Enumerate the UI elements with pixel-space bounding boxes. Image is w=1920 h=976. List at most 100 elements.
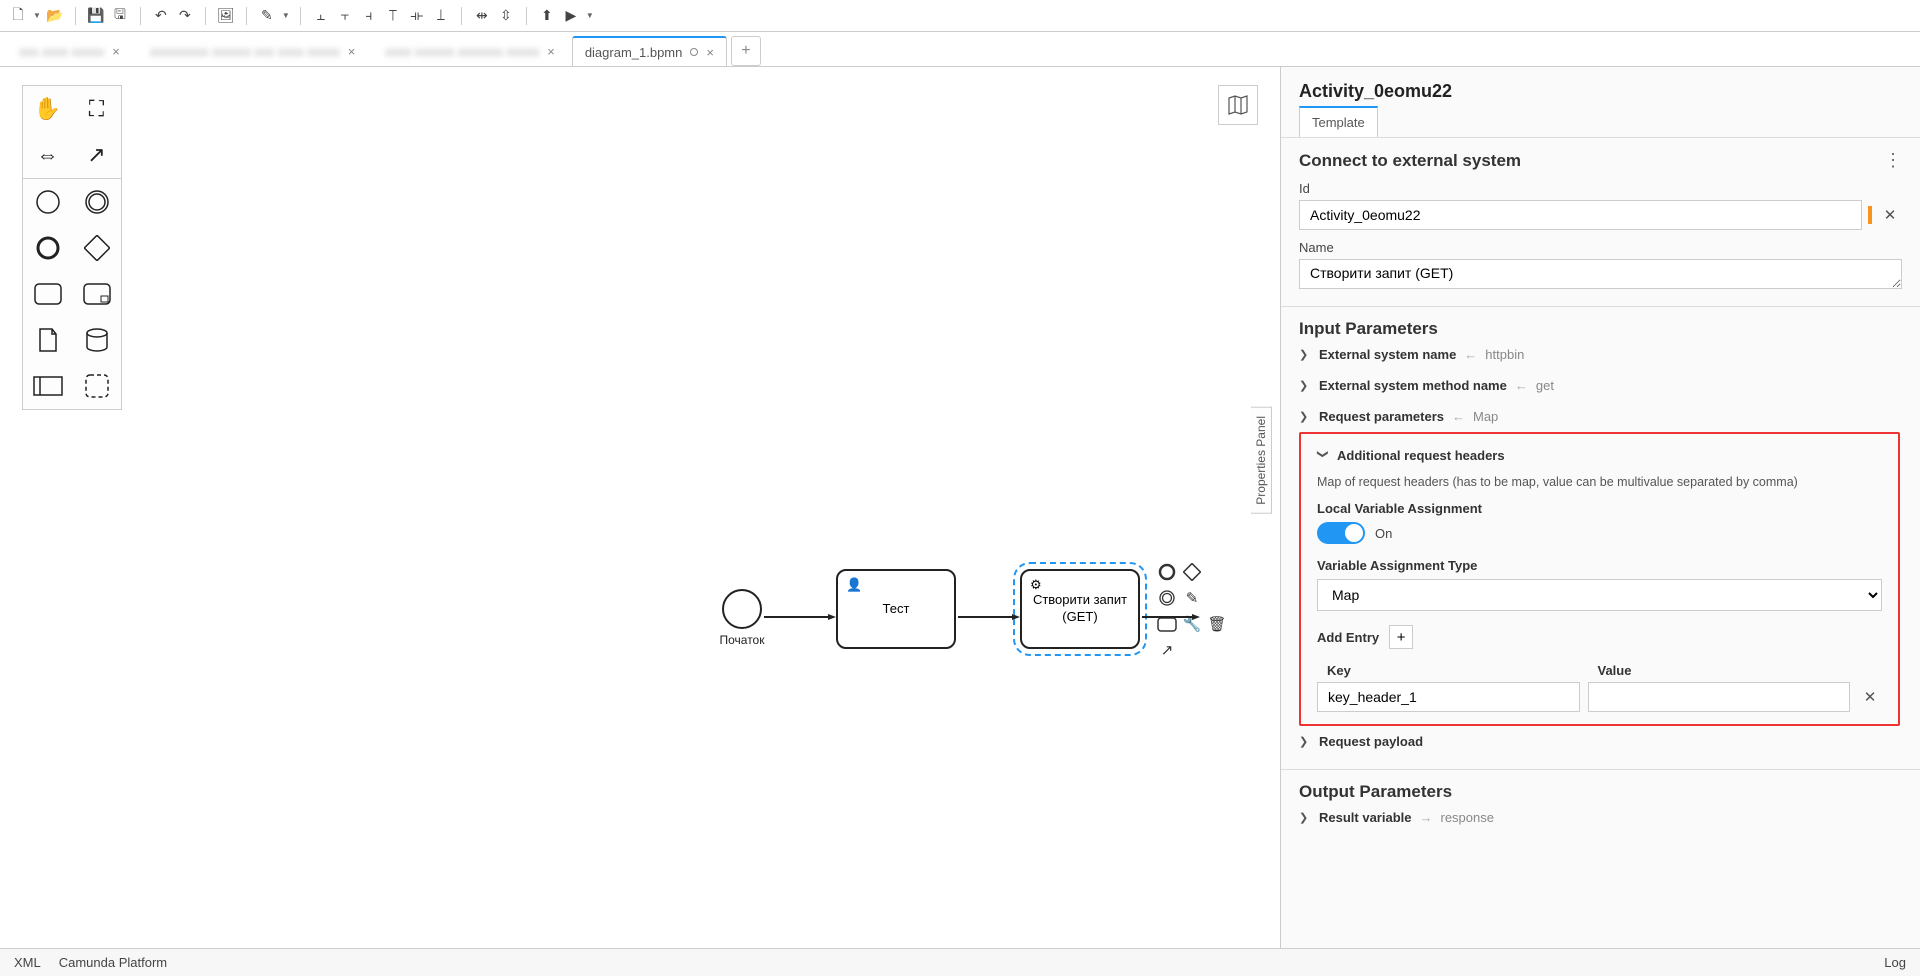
participant-icon[interactable]: [23, 363, 72, 409]
annotation-icon[interactable]: ✎: [1181, 587, 1203, 609]
param-additional-headers[interactable]: ❯ Additional request headers: [1317, 440, 1882, 471]
close-icon[interactable]: ×: [547, 44, 555, 59]
sequence-flow-2[interactable]: [958, 607, 1020, 625]
minimap-toggle[interactable]: [1218, 85, 1258, 125]
properties-panel-toggle[interactable]: Properties Panel: [1251, 407, 1272, 514]
name-input[interactable]: Створити запит (GET): [1299, 259, 1902, 289]
add-entry-button[interactable]: +: [1389, 625, 1413, 649]
start-event-icon[interactable]: [23, 179, 72, 225]
section-connect: Connect to external system ⋮ Id ✕ Name С…: [1281, 137, 1920, 306]
param-external-system-name[interactable]: ❯ External system name ← httpbin: [1299, 339, 1902, 370]
subprocess-icon[interactable]: [72, 271, 121, 317]
param-request-parameters[interactable]: ❯ Request parameters ← Map: [1299, 401, 1902, 432]
append-end-event-icon[interactable]: [1156, 561, 1178, 583]
redo-icon[interactable]: ↷: [175, 6, 195, 26]
chevron-right-icon: ❯: [1299, 811, 1311, 824]
start-event-node[interactable]: Початок: [722, 589, 762, 629]
chevron-down-icon: ❯: [1317, 450, 1330, 462]
group-icon[interactable]: [72, 363, 121, 409]
vat-select[interactable]: Map: [1317, 579, 1882, 611]
task-node-request[interactable]: ⚙ Створити запит(GET): [1020, 569, 1140, 649]
headers-description: Map of request headers (has to be map, v…: [1317, 475, 1882, 489]
section-input-params: Input Parameters ❯ External system name …: [1281, 306, 1920, 769]
element-title: Activity_0eomu22: [1281, 67, 1920, 106]
id-input[interactable]: [1299, 200, 1862, 230]
end-event-icon[interactable]: [23, 225, 72, 271]
diagram-canvas[interactable]: ✋ ⛶ ⇔ ↗ Properties Panel Початок: [0, 67, 1280, 948]
arrow-right-icon: →: [1420, 810, 1433, 825]
intermediate-event-icon[interactable]: [72, 179, 121, 225]
remove-entry-button[interactable]: ✕: [1858, 688, 1882, 706]
hand-tool-icon[interactable]: ✋: [23, 86, 72, 132]
sequence-flow-3[interactable]: [1142, 607, 1200, 625]
dirty-indicator-icon: [690, 48, 698, 56]
delete-icon[interactable]: 🗑: [1206, 613, 1228, 635]
play-icon[interactable]: ▶: [561, 6, 581, 26]
align-right-icon[interactable]: ⫞: [359, 6, 379, 26]
task-icon[interactable]: [23, 271, 72, 317]
status-log[interactable]: Log: [1884, 955, 1906, 970]
new-file-icon[interactable]: 🗋: [8, 6, 28, 26]
dist-v-icon[interactable]: ⇳: [496, 6, 516, 26]
tab-template[interactable]: Template: [1299, 106, 1378, 137]
param-request-payload[interactable]: ❯ Request payload: [1299, 726, 1902, 757]
dist-h-icon[interactable]: ⇹: [472, 6, 492, 26]
section-output-params: Output Parameters ❯ Result variable → re…: [1281, 769, 1920, 845]
tab-inactive-2[interactable]: xxxxxxxxx xxxxxx xxx xxxx xxxxx×: [137, 36, 369, 66]
save-icon[interactable]: 💾: [86, 6, 106, 26]
connect-tool-icon[interactable]: ↗: [72, 132, 121, 178]
entry-value-input[interactable]: [1588, 682, 1851, 712]
status-xml[interactable]: XML: [14, 955, 41, 970]
clear-id-button[interactable]: ✕: [1878, 206, 1902, 224]
undo-icon[interactable]: ↶: [151, 6, 171, 26]
status-platform[interactable]: Camunda Platform: [59, 955, 167, 970]
lasso-tool-icon[interactable]: ⛶: [72, 86, 121, 132]
user-task-icon: 👤: [846, 577, 862, 593]
align-left-icon[interactable]: ⫠: [311, 6, 331, 26]
task-node-test[interactable]: 👤 Тест: [836, 569, 956, 649]
data-store-icon[interactable]: [72, 317, 121, 363]
open-icon[interactable]: 📂: [45, 6, 65, 26]
image-icon[interactable]: 🖼: [216, 6, 236, 26]
append-intermediate-event-icon[interactable]: [1156, 587, 1178, 609]
align-bottom-icon[interactable]: ⟘: [431, 6, 451, 26]
append-gateway-icon[interactable]: [1181, 561, 1203, 583]
more-menu-icon[interactable]: ⋮: [1884, 150, 1902, 171]
task-label: Створити запит(GET): [1033, 592, 1127, 626]
tab-label: diagram_1.bpmn: [585, 45, 683, 60]
tab-active[interactable]: diagram_1.bpmn ×: [572, 36, 727, 66]
close-icon[interactable]: ×: [112, 44, 120, 59]
tab-inactive-3[interactable]: xxxx xxxxxx xxxxxxx xxxxx×: [372, 36, 567, 66]
lva-state: On: [1375, 526, 1392, 541]
element-palette: ✋ ⛶ ⇔ ↗: [22, 85, 122, 410]
gateway-icon[interactable]: [72, 225, 121, 271]
add-tab-button[interactable]: +: [731, 36, 761, 66]
save-all-icon[interactable]: 🖫: [110, 6, 130, 26]
close-icon[interactable]: ×: [706, 45, 714, 60]
content-area: ✋ ⛶ ⇔ ↗ Properties Panel Початок: [0, 66, 1920, 948]
arrow-left-icon: ←: [1452, 409, 1465, 424]
connect-icon[interactable]: ↗: [1156, 639, 1178, 661]
highlight-icon[interactable]: ✎: [257, 6, 277, 26]
tab-inactive-1[interactable]: xxx xxxx xxxxx×: [6, 36, 133, 66]
file-tabs: xxx xxxx xxxxx× xxxxxxxxx xxxxxx xxx xxx…: [0, 32, 1920, 66]
lva-toggle[interactable]: [1317, 522, 1365, 544]
align-top-icon[interactable]: ⟙: [383, 6, 403, 26]
chevron-right-icon: ❯: [1299, 735, 1311, 748]
sequence-flow-1[interactable]: [764, 607, 836, 625]
id-label: Id: [1299, 181, 1902, 196]
align-middle-icon[interactable]: ⟛: [407, 6, 427, 26]
entry-key-input[interactable]: [1317, 682, 1580, 712]
chevron-right-icon: ❯: [1299, 379, 1311, 392]
align-center-icon[interactable]: ⫟: [335, 6, 355, 26]
col-key: Key: [1317, 663, 1578, 678]
upload-icon[interactable]: ⬆: [537, 6, 557, 26]
highlighted-section: ❯ Additional request headers Map of requ…: [1299, 432, 1900, 726]
param-result-variable[interactable]: ❯ Result variable → response: [1299, 802, 1902, 833]
data-object-icon[interactable]: [23, 317, 72, 363]
param-external-method-name[interactable]: ❯ External system method name ← get: [1299, 370, 1902, 401]
warning-indicator-icon: [1868, 206, 1872, 224]
space-tool-icon[interactable]: ⇔: [23, 132, 72, 178]
close-icon[interactable]: ×: [348, 44, 356, 59]
kv-header: Key Value: [1317, 659, 1882, 682]
